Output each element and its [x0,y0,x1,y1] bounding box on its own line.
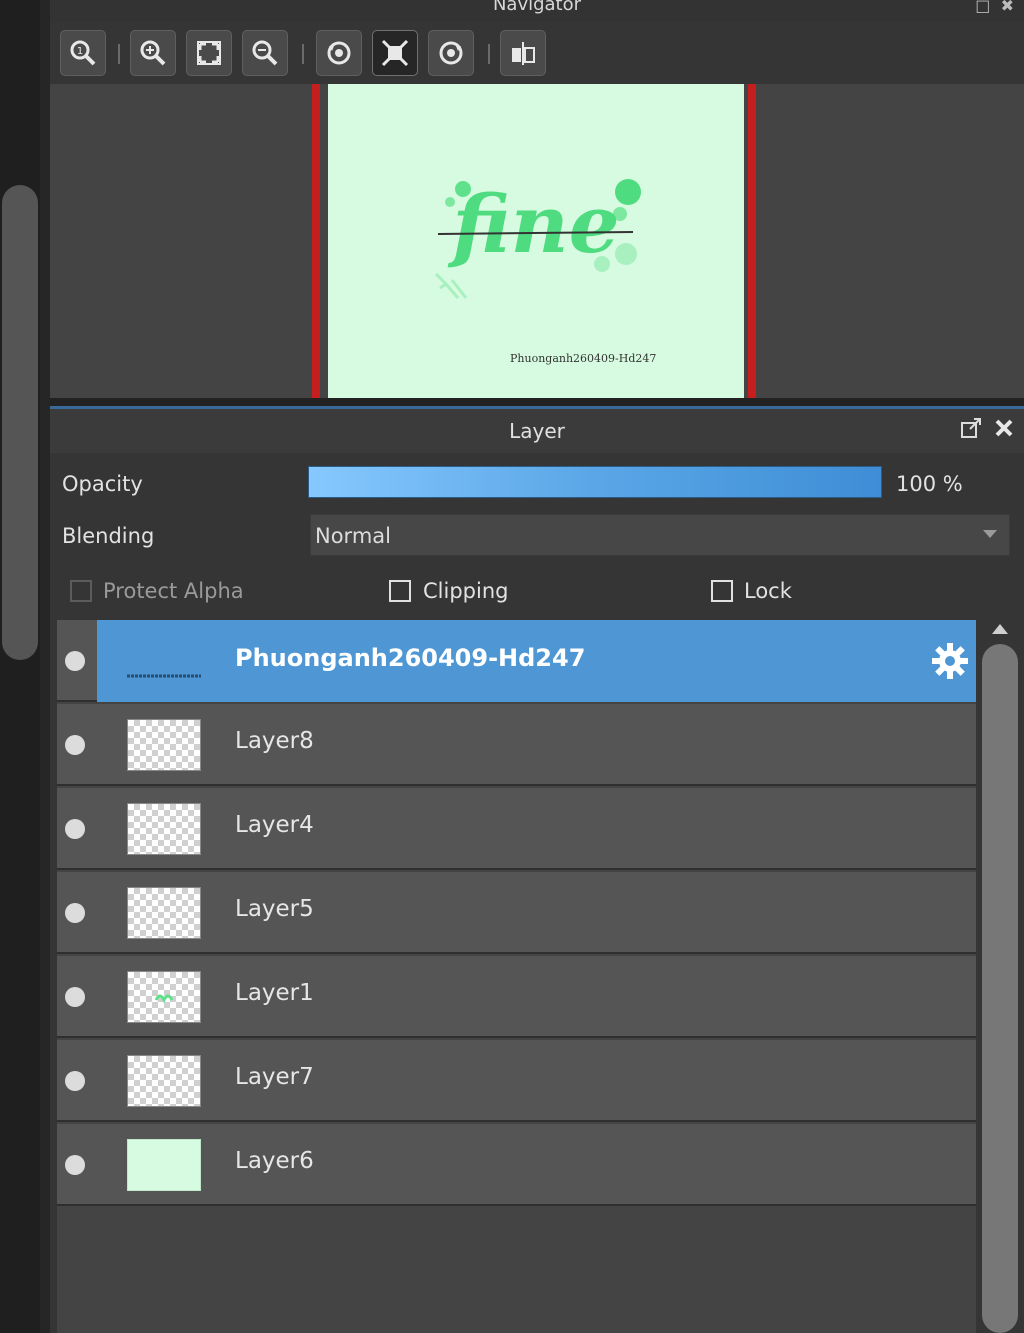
zoom-actual-button[interactable]: 1 [60,30,106,76]
layer-name: Phuonganh260409-Hd247 [235,644,586,672]
fit-window-button[interactable] [186,30,232,76]
visibility-toggle[interactable] [65,651,85,671]
navigator-bottom-edge [50,398,1024,406]
svg-text:1: 1 [77,46,83,57]
toolbar-separator [302,44,304,64]
visibility-toggle[interactable] [65,1071,85,1091]
artwork-illustration: fine [434,177,641,299]
layer-row[interactable]: Layer1 [57,956,976,1038]
layer-row[interactable]: Layer6 [57,1124,976,1206]
lock-label: Lock [744,579,792,603]
layer-row[interactable]: Layer7 [57,1040,976,1122]
viewport-border-left [312,84,320,398]
canvas-signature: Phuonganh260409-Hd247 [510,352,657,365]
flip-button[interactable] [500,30,546,76]
layer-list: Phuonganh260409-Hd247 Layer8 Layer4 Laye… [57,620,976,1333]
fullscreen-icon [381,39,409,67]
rotate-left-button[interactable] [316,30,362,76]
visibility-toggle[interactable] [65,1155,85,1175]
layer-title-bar: Layer [50,409,1024,453]
zoom-actual-icon: 1 [70,40,96,66]
popout-icon[interactable]: □ [975,0,990,15]
layer-name: Layer7 [235,1064,314,1090]
layer-thumbnail [127,1055,201,1107]
rotate-left-icon [327,41,351,65]
close-icon[interactable] [994,418,1014,438]
layer-row[interactable]: Layer5 [57,872,976,954]
artwork-text: fine [447,177,619,271]
layer-row[interactable]: Phuonganh260409-Hd247 [57,620,976,702]
layer-name: Layer1 [235,980,314,1006]
protect-alpha-checkbox[interactable] [70,580,92,602]
layer-thumbnail [127,971,201,1023]
layer-thumbnail [127,635,201,687]
blending-select[interactable]: Normal [310,514,1010,556]
layer-name: Layer5 [235,896,314,922]
navigator-title-bar: Navigator □ ✖ [50,0,1024,22]
visibility-toggle[interactable] [65,819,85,839]
viewport-border-right [748,84,756,398]
scroll-up-icon[interactable] [992,624,1008,634]
left-panel-strip [0,0,51,1333]
layer-thumbnail [127,887,201,939]
zoom-in-icon [140,40,166,66]
rotate-right-icon [439,41,463,65]
layer-row[interactable]: Layer4 [57,788,976,870]
close-icon[interactable]: ✖ [1001,0,1014,15]
canvas-thumbnail[interactable]: fine Phuonganh260409-Hd247 [328,84,744,398]
chevron-down-icon [983,530,997,538]
clipping-label: Clipping [423,579,509,603]
clipping-checkbox[interactable] [389,580,411,602]
layer-thumbnail [127,1139,201,1191]
opacity-slider[interactable] [308,466,882,498]
layer-panel-title: Layer [509,419,565,443]
layer-list-scrollbar[interactable] [980,620,1020,1333]
fullscreen-button[interactable] [372,30,418,76]
blending-label: Blending [62,524,155,548]
layer-name: Layer6 [235,1148,314,1174]
layer-thumbnail [127,803,201,855]
left-scrollbar[interactable] [2,185,38,660]
zoom-out-icon [252,40,278,66]
opacity-label: Opacity [62,472,143,496]
toolbar-separator [118,44,120,64]
layer-name: Layer8 [235,728,314,754]
layer-thumbnail [127,719,201,771]
navigator-window-buttons: □ ✖ [975,0,1014,15]
zoom-in-button[interactable] [130,30,176,76]
opacity-value: 100 % [896,472,963,496]
navigator-toolbar: 1 [50,22,1024,84]
visibility-toggle[interactable] [65,903,85,923]
zoom-out-button[interactable] [242,30,288,76]
flip-icon [512,42,535,65]
layer-name: Layer4 [235,812,314,838]
scrollbar-thumb[interactable] [982,644,1018,1333]
gear-icon[interactable] [930,641,970,681]
blending-value: Normal [315,524,391,548]
visibility-toggle[interactable] [65,735,85,755]
fit-icon [197,41,221,65]
navigator-title: Navigator [492,0,582,15]
visibility-toggle[interactable] [65,987,85,1007]
rotate-right-button[interactable] [428,30,474,76]
layer-row[interactable]: Layer8 [57,704,976,786]
toolbar-separator [488,44,490,64]
popout-icon[interactable] [960,417,982,439]
protect-alpha-label: Protect Alpha [103,579,244,603]
lock-checkbox[interactable] [711,580,733,602]
